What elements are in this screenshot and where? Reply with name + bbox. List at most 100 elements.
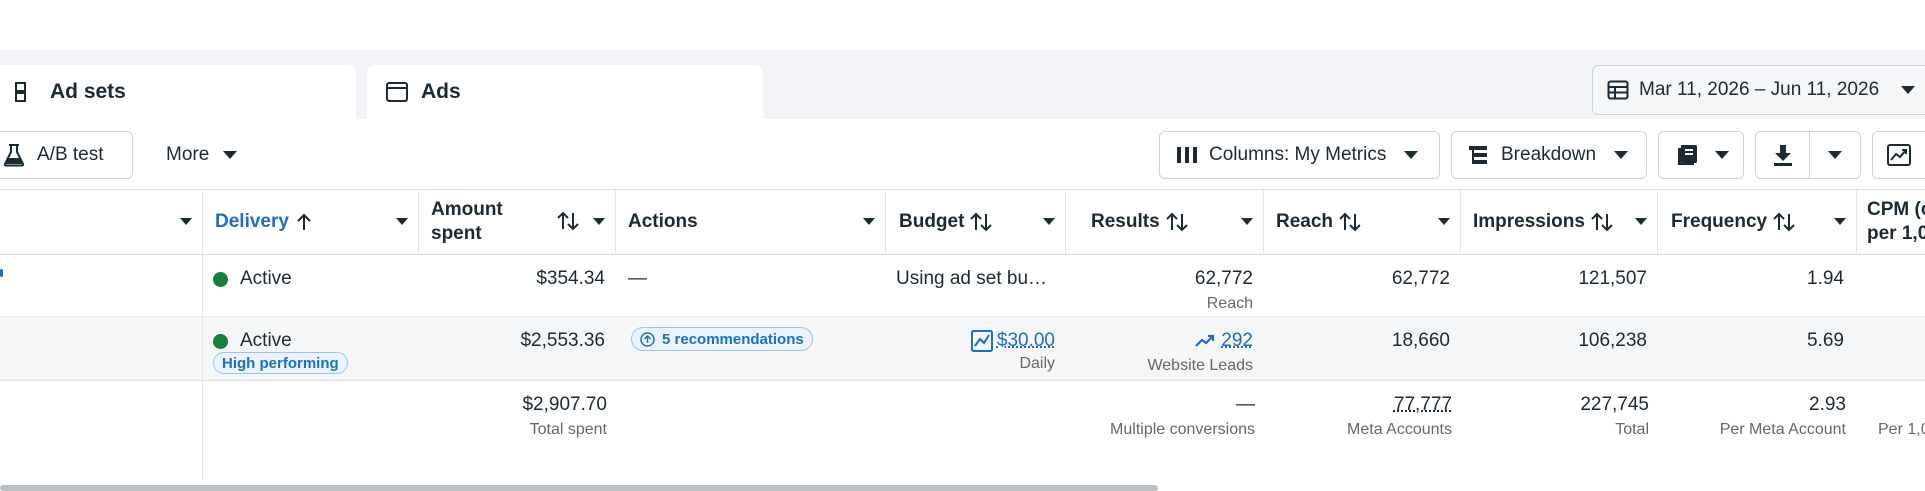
total-cpm-label: Per 1,0 [1878, 421, 1925, 439]
frequency-value: 1.94 [1658, 268, 1844, 290]
chevron-down-icon[interactable] [593, 218, 605, 225]
column-header-delivery-label: Delivery [215, 211, 289, 233]
high-performing-badge[interactable]: High performing [213, 352, 348, 374]
column-header-delivery[interactable]: Delivery [203, 189, 418, 255]
results-type: Website Leads [1066, 357, 1253, 375]
column-header-name[interactable] [0, 189, 202, 255]
column-header-impressions[interactable]: Impressions [1461, 189, 1657, 255]
charts-button[interactable] [1872, 131, 1925, 179]
results-cell[interactable]: 292 [1066, 330, 1253, 352]
chevron-down-icon[interactable] [1043, 218, 1055, 225]
flask-icon [3, 143, 25, 167]
column-header-cpm[interactable]: CPM (c per 1,0 [1857, 189, 1925, 255]
active-status-dot [213, 272, 228, 287]
total-results-label: Multiple conversions [1066, 421, 1255, 439]
date-range-button[interactable]: Mar 11, 2026 – Jun 11, 2026 [1592, 65, 1925, 115]
tab-ads[interactable]: Ads [367, 65, 763, 119]
frequency-value: 5.69 [1658, 330, 1844, 352]
sort-icon [1773, 212, 1795, 232]
chevron-down-icon[interactable] [863, 218, 875, 225]
cpm-label-line-1: CPM (c [1867, 198, 1925, 222]
column-header-results[interactable]: Results [1066, 189, 1263, 255]
totals-row: $2,907.70 Total spent — Multiple convers… [0, 381, 1925, 480]
ads-table: Delivery Amount spent Actions Budget Res… [0, 189, 1925, 480]
column-header-results-label: Results [1091, 211, 1160, 233]
chevron-down-icon[interactable] [1241, 218, 1253, 225]
tab-ad-sets[interactable]: Ad sets [0, 65, 356, 119]
chevron-down-icon [1715, 151, 1729, 159]
total-amount-spent-label: Total spent [419, 421, 607, 439]
table-row[interactable]: Active High performing $2,553.36 5 recom… [0, 317, 1925, 380]
tab-ads-label: Ads [421, 80, 461, 104]
results-type: Reach [1066, 295, 1253, 313]
total-reach[interactable]: 77,777 [1264, 394, 1452, 416]
chevron-down-icon[interactable] [180, 218, 192, 225]
date-range-label: Mar 11, 2026 – Jun 11, 2026 [1639, 79, 1879, 101]
breakdown-icon [1469, 145, 1489, 165]
cpm-label-line-2: per 1,0 [1867, 222, 1925, 246]
recommendation-arrow-icon [640, 332, 655, 347]
calendar-table-icon [1607, 79, 1629, 101]
results-value[interactable]: 292 [1221, 330, 1253, 352]
amount-spent-value: $354.34 [419, 268, 605, 290]
impressions-value: 121,507 [1461, 268, 1647, 290]
chevron-down-icon[interactable] [1635, 218, 1647, 225]
tab-ad-sets-label: Ad sets [50, 80, 126, 104]
ab-test-label: A/B test [37, 144, 104, 166]
export-button[interactable] [1755, 131, 1861, 179]
export-options-chevron[interactable] [1810, 151, 1860, 159]
table-row[interactable]: Active $354.34 — Using ad set bu… 62,772… [0, 255, 1925, 316]
ads-window-icon [385, 80, 409, 104]
chevron-down-icon [1614, 151, 1628, 159]
chevron-down-icon[interactable] [1438, 218, 1450, 225]
results-value: 62,772 [1066, 268, 1253, 290]
total-frequency: 2.93 [1658, 394, 1846, 416]
columns-button[interactable]: Columns: My Metrics [1159, 131, 1440, 179]
top-bar [0, 0, 1925, 50]
total-impressions: 227,745 [1461, 394, 1649, 416]
column-header-amount-spent[interactable]: Amount spent [419, 189, 615, 255]
recommendations-pill[interactable]: 5 recommendations [631, 327, 813, 351]
sort-ascending-icon [297, 213, 311, 231]
more-button[interactable]: More [150, 131, 260, 179]
ab-test-button[interactable]: A/B test [0, 131, 133, 179]
reports-button[interactable] [1658, 131, 1744, 179]
download-icon [1756, 132, 1810, 178]
column-header-budget[interactable]: Budget [886, 189, 1065, 255]
chevron-down-icon [1901, 86, 1915, 94]
chevron-down-icon [223, 151, 237, 159]
delivery-status: Active [240, 330, 292, 352]
amount-spent-value: $2,553.36 [419, 330, 605, 352]
sort-icon [1166, 212, 1188, 232]
chevron-down-icon[interactable] [1834, 218, 1846, 225]
sort-icon [1339, 212, 1361, 232]
column-header-reach-label: Reach [1276, 211, 1333, 233]
sort-icon [970, 212, 992, 232]
sort-icon [557, 211, 579, 231]
column-header-frequency[interactable]: Frequency [1658, 189, 1856, 255]
chevron-down-icon[interactable] [396, 218, 408, 225]
trend-up-icon [1195, 334, 1215, 348]
budget-value[interactable]: $30.00 [997, 330, 1055, 352]
chevron-down-icon [1828, 151, 1842, 159]
columns-label: Columns: My Metrics [1209, 144, 1386, 166]
column-header-budget-label: Budget [899, 211, 964, 233]
column-header-actions[interactable]: Actions [616, 189, 885, 255]
amount-spent-label-line-1: Amount [431, 198, 503, 222]
budget-cell[interactable]: $30.00 [886, 330, 1055, 352]
more-label: More [166, 144, 209, 166]
total-amount-spent: $2,907.70 [419, 394, 607, 416]
sort-icon [1591, 212, 1613, 232]
budget-type: Daily [886, 355, 1055, 373]
total-impressions-label: Total [1461, 421, 1649, 439]
column-header-impressions-label: Impressions [1473, 211, 1585, 233]
report-icon [1677, 144, 1699, 166]
column-header-amount-spent-label: Amount spent [431, 198, 503, 246]
delivery-status: Active [240, 268, 292, 290]
actions-value: — [628, 268, 647, 290]
chevron-down-icon [1404, 151, 1418, 159]
budget-value: Using ad set bu… [896, 268, 1047, 290]
breakdown-button[interactable]: Breakdown [1451, 131, 1647, 179]
horizontal-scrollbar[interactable] [0, 485, 1158, 491]
column-header-reach[interactable]: Reach [1264, 189, 1460, 255]
